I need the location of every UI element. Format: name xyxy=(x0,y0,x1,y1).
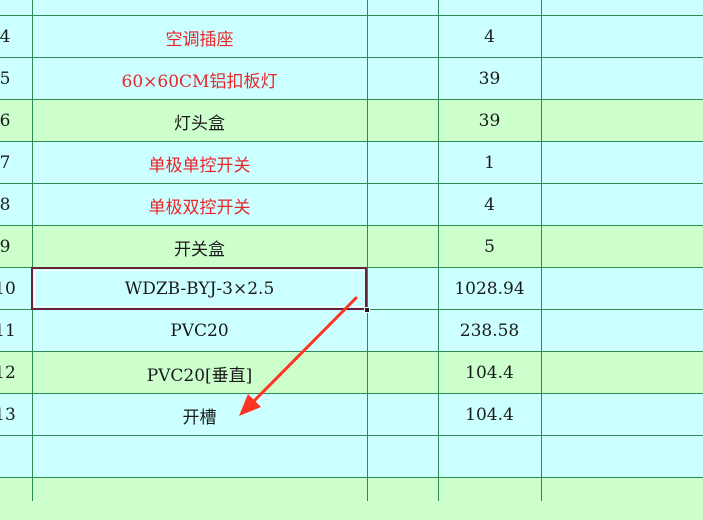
column-gridline xyxy=(438,0,439,501)
empty-cell[interactable] xyxy=(541,142,703,184)
item-name-cell[interactable]: 开关盒 xyxy=(32,226,367,268)
row-gridline xyxy=(0,477,703,478)
empty-cell[interactable] xyxy=(541,394,703,436)
empty-cell[interactable] xyxy=(541,184,703,226)
row-gridline xyxy=(0,225,703,226)
quantity-cell[interactable] xyxy=(438,436,541,478)
row-number-cell[interactable]: 7 xyxy=(0,142,32,184)
empty-cell[interactable] xyxy=(541,100,703,142)
empty-cell[interactable] xyxy=(541,226,703,268)
table-row: 9 开关盒 5 xyxy=(0,226,703,268)
row-gridline xyxy=(0,15,703,16)
table-row: 8 单极双控开关 4 xyxy=(0,184,703,226)
item-name-cell[interactable]: 单极单控开关 xyxy=(32,142,367,184)
table-row: 10WDZB-BYJ-3×2.5 1028.94 xyxy=(0,268,703,310)
quantity-cell[interactable]: 5 xyxy=(438,226,541,268)
column-gridline xyxy=(541,0,542,501)
quantity-cell[interactable]: 39 xyxy=(438,58,541,100)
quantity-cell[interactable]: 39 xyxy=(438,100,541,142)
quantity-cell[interactable]: 104.4 xyxy=(438,394,541,436)
row-number-cell[interactable] xyxy=(0,436,32,478)
table-row: 5 60×60CM铝扣板灯 39 xyxy=(0,58,703,100)
row-gridline xyxy=(0,57,703,58)
empty-cell[interactable] xyxy=(541,436,703,478)
item-name-cell[interactable]: WDZB-BYJ-3×2.5 xyxy=(32,268,367,310)
table-row: 11PVC20 238.58 xyxy=(0,310,703,352)
empty-cell[interactable] xyxy=(367,310,438,352)
empty-cell[interactable] xyxy=(367,100,438,142)
table-row: 12PVC20[垂直] 104.4 xyxy=(0,352,703,394)
row-gridline xyxy=(0,435,703,436)
empty-cell[interactable] xyxy=(541,58,703,100)
table-row: 13开槽 104.4 xyxy=(0,394,703,436)
quantity-cell[interactable]: 1 xyxy=(438,142,541,184)
empty-cell[interactable] xyxy=(367,226,438,268)
row-gridline xyxy=(0,393,703,394)
empty-cell[interactable] xyxy=(367,58,438,100)
table-row: 7 单极单控开关 1 xyxy=(0,142,703,184)
quantity-cell[interactable]: 1028.94 xyxy=(438,268,541,310)
item-name-cell[interactable]: 开槽 xyxy=(32,394,367,436)
table-row xyxy=(0,478,703,520)
empty-cell[interactable] xyxy=(367,394,438,436)
row-gridline xyxy=(0,99,703,100)
empty-cell[interactable] xyxy=(367,352,438,394)
item-name-cell[interactable]: PVC20[垂直] xyxy=(32,352,367,394)
quantity-cell[interactable]: 104.4 xyxy=(438,352,541,394)
empty-cell[interactable] xyxy=(367,16,438,58)
column-gridline xyxy=(367,0,368,501)
row-gridline xyxy=(0,351,703,352)
row-gridline xyxy=(0,141,703,142)
row-number-cell[interactable]: 4 xyxy=(0,16,32,58)
item-name-cell[interactable]: 单极双控开关 xyxy=(32,184,367,226)
empty-cell[interactable] xyxy=(541,478,703,520)
item-name-cell[interactable]: 灯头盒 xyxy=(32,100,367,142)
empty-cell[interactable] xyxy=(541,268,703,310)
row-number-cell[interactable]: 11 xyxy=(0,310,32,352)
row-number-cell[interactable]: 12 xyxy=(0,352,32,394)
spreadsheet-grid: 4 空调插座 4 5 60×60CM铝扣板灯 39 6 灯头盒 39 7 单极单控开关 1 8 单极双控开… xyxy=(0,0,703,520)
table-row: 6 灯头盒 39 xyxy=(0,100,703,142)
item-name-cell[interactable]: PVC20 xyxy=(32,310,367,352)
row-number-cell[interactable]: 8 xyxy=(0,184,32,226)
empty-cell[interactable] xyxy=(367,142,438,184)
quantity-cell[interactable]: 238.58 xyxy=(438,310,541,352)
row-number-cell[interactable]: 10 xyxy=(0,268,32,310)
row-number-cell[interactable]: 6 xyxy=(0,100,32,142)
empty-cell[interactable] xyxy=(541,310,703,352)
table-row xyxy=(0,436,703,478)
row-gridline xyxy=(0,267,703,268)
row-number-cell[interactable]: 5 xyxy=(0,58,32,100)
quantity-cell[interactable]: 4 xyxy=(438,184,541,226)
fill-handle[interactable] xyxy=(364,307,370,313)
row-gridline xyxy=(0,309,703,310)
quantity-cell[interactable]: 4 xyxy=(438,16,541,58)
empty-cell[interactable] xyxy=(367,436,438,478)
empty-cell[interactable] xyxy=(367,478,438,520)
empty-cell[interactable] xyxy=(367,184,438,226)
item-name-cell[interactable]: 空调插座 xyxy=(32,16,367,58)
empty-cell[interactable] xyxy=(541,352,703,394)
row-number-cell[interactable]: 9 xyxy=(0,226,32,268)
quantity-cell[interactable] xyxy=(438,478,541,520)
empty-cell[interactable] xyxy=(541,16,703,58)
row-number-cell[interactable]: 13 xyxy=(0,394,32,436)
row-gridline xyxy=(0,183,703,184)
item-name-cell[interactable] xyxy=(32,436,367,478)
item-name-cell[interactable]: 60×60CM铝扣板灯 xyxy=(32,58,367,100)
column-gridline xyxy=(32,0,33,501)
empty-cell[interactable] xyxy=(367,268,438,310)
table-row: 4 空调插座 4 xyxy=(0,16,703,58)
item-name-cell[interactable] xyxy=(32,478,367,520)
row-number-cell[interactable] xyxy=(0,478,32,520)
